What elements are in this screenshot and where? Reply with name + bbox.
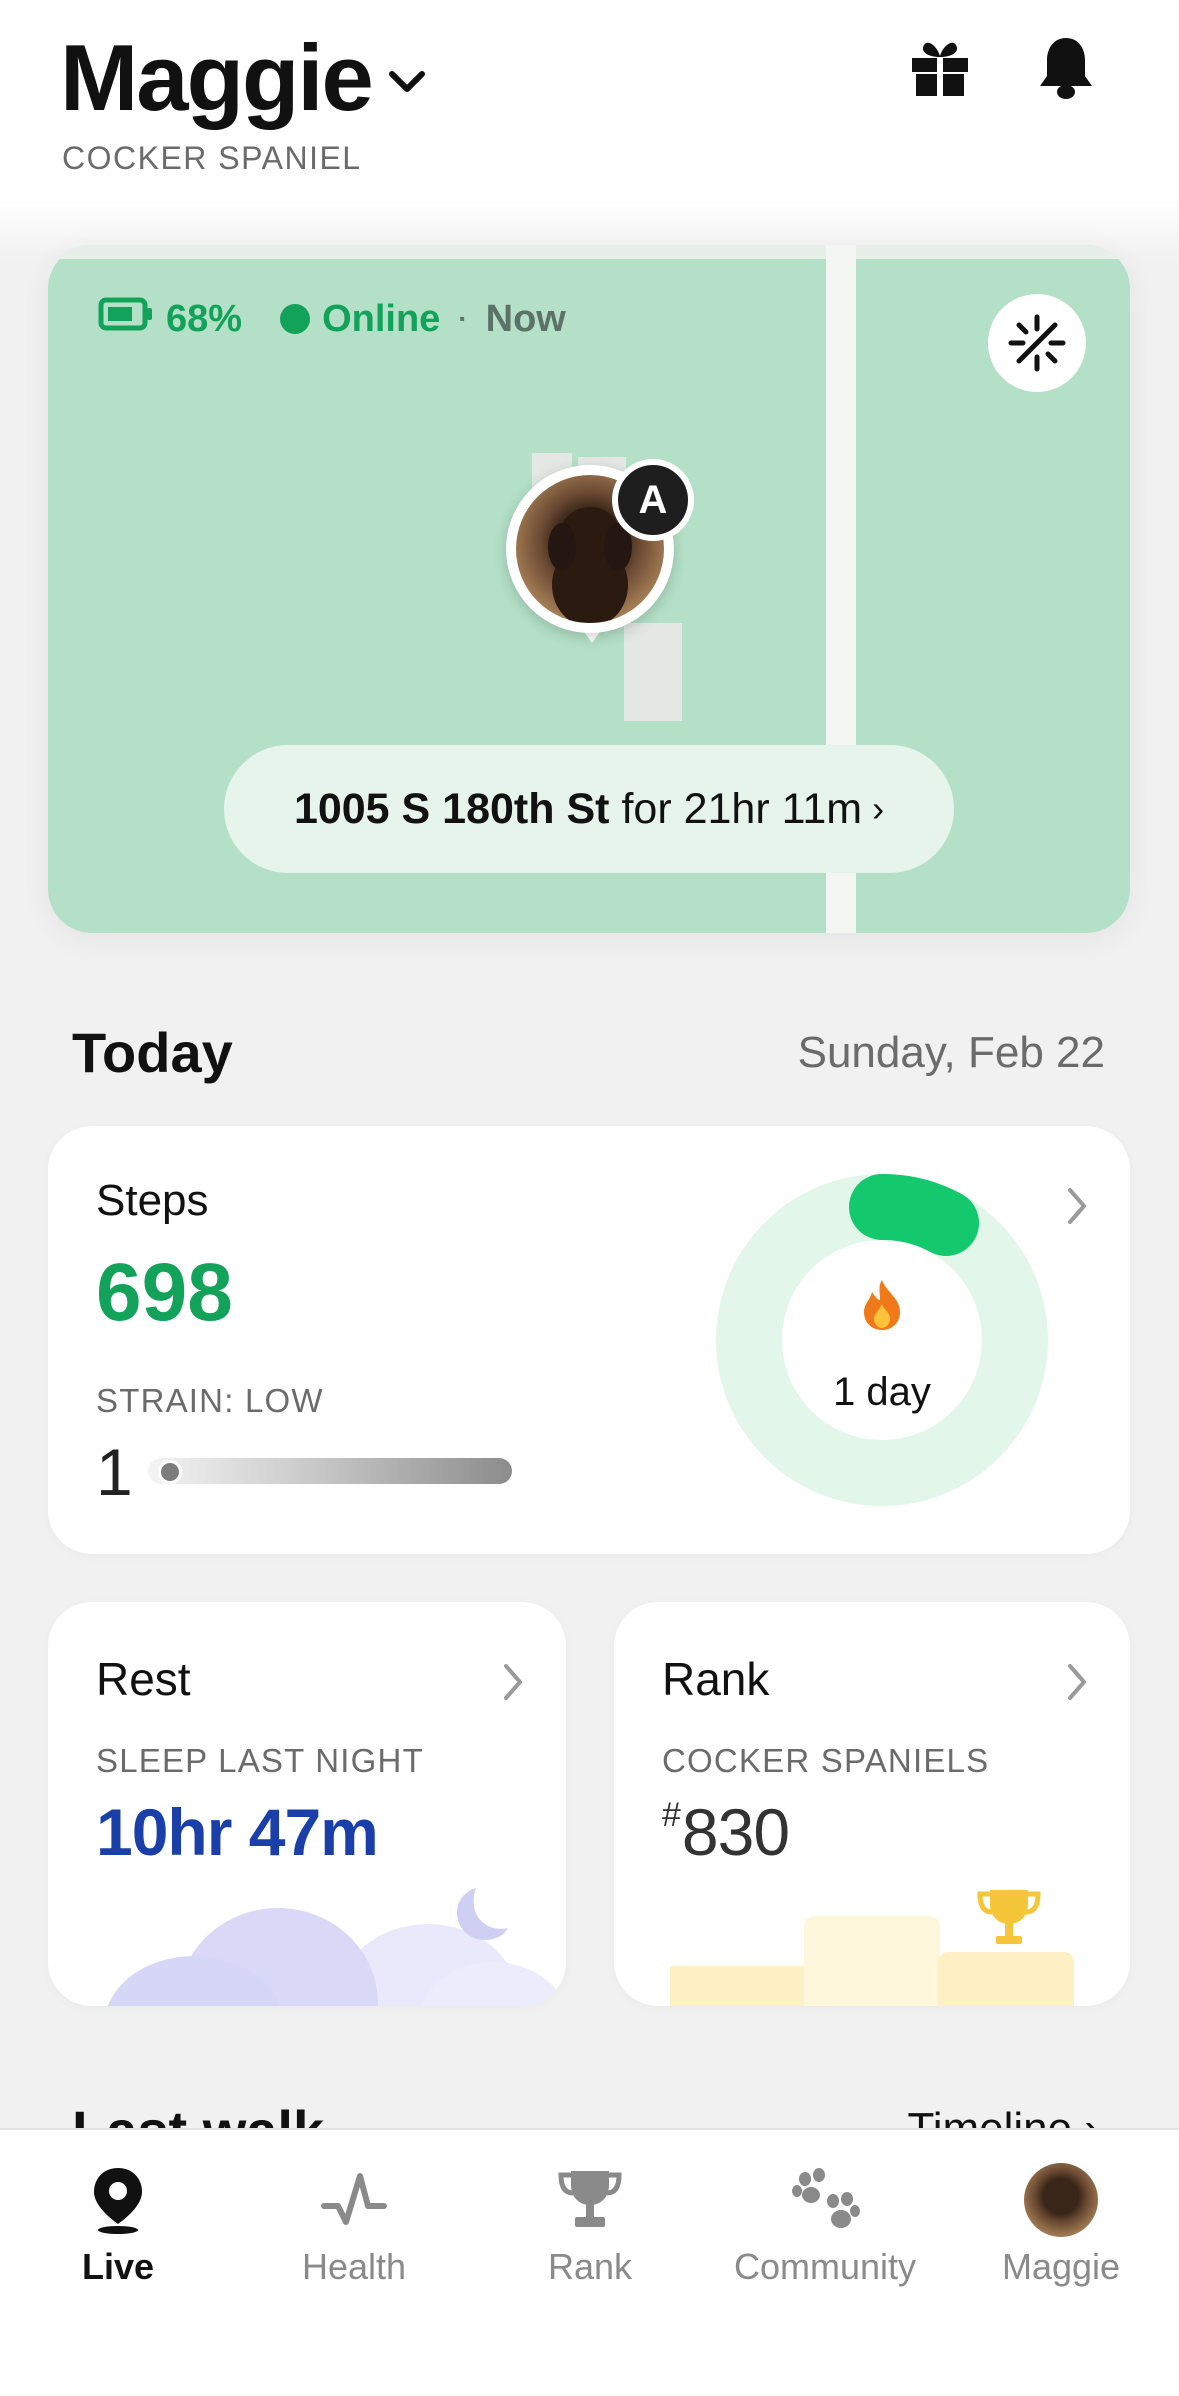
- strain-label: STRAIN: LOW: [96, 1382, 324, 1419]
- bell-icon[interactable]: [1030, 32, 1102, 104]
- tab-rank[interactable]: Rank: [472, 2158, 708, 2308]
- podium-step: [938, 1952, 1074, 2006]
- online-status-dot: [280, 304, 311, 334]
- steps-value: 698: [96, 1247, 233, 1338]
- pin-badge: A: [612, 459, 694, 541]
- tab-live[interactable]: Live: [0, 2158, 236, 2308]
- chevron-right-icon: [500, 1660, 526, 1704]
- separator-dot: ·: [458, 303, 468, 334]
- live-map-card[interactable]: 68% Online · Now A 1005 S 180th St for 2…: [48, 245, 1130, 933]
- chevron-down-icon[interactable]: [388, 69, 426, 100]
- app-header: Maggie COCKER SPANIEL: [0, 0, 1179, 200]
- tab-health[interactable]: Health: [236, 2158, 472, 2308]
- paw-icon: [707, 2158, 943, 2242]
- steps-progress-arc: [849, 1174, 979, 1256]
- pet-name[interactable]: Maggie: [60, 26, 374, 130]
- today-date: Sunday, Feb 22: [797, 1028, 1105, 1077]
- battery-icon: [98, 297, 154, 341]
- section-title-today: Today: [72, 1021, 233, 1084]
- strain-value: 1: [96, 1435, 133, 1509]
- steps-card[interactable]: Steps 698 STRAIN: LOW 1 1 day: [48, 1126, 1130, 1554]
- location-address: 1005 S 180th St: [293, 784, 610, 833]
- streak-days: 1 day: [833, 1370, 931, 1414]
- locate-icon: [1008, 314, 1066, 372]
- sleep-duration: 10hr 47m: [96, 1795, 379, 1869]
- rank-number: 830: [681, 1795, 790, 1869]
- pet-breed: COCKER SPANIEL: [62, 140, 362, 176]
- rest-card[interactable]: Rest SLEEP LAST NIGHT 10hr 47m: [48, 1602, 566, 2006]
- tab-label: Rank: [547, 2246, 633, 2287]
- location-pin-icon: [0, 2158, 236, 2242]
- rank-card[interactable]: Rank COCKER SPANIELS #830: [614, 1602, 1130, 2006]
- strain-bar: [148, 1458, 512, 1484]
- moon-icon: [448, 1884, 512, 1953]
- rank-hash: #: [662, 1796, 681, 1834]
- steps-label: Steps: [96, 1176, 209, 1225]
- tab-community[interactable]: Community: [707, 2158, 943, 2308]
- chevron-right-icon: [1064, 1184, 1090, 1228]
- chevron-right-icon: [1064, 1660, 1090, 1704]
- avatar: [1024, 2163, 1098, 2237]
- trophy-icon: [472, 2158, 708, 2242]
- map-road: [48, 245, 1130, 259]
- tab-label: Health: [301, 2246, 407, 2287]
- rank-subtitle: COCKER SPANIELS: [662, 1742, 990, 1779]
- tab-profile[interactable]: Maggie: [943, 2158, 1179, 2308]
- bottom-tab-bar: Live Health Rank Community Maggie: [0, 2128, 1179, 2396]
- device-status: 68% Online · Now: [98, 297, 566, 341]
- location-duration: for 21hr 11m: [621, 784, 863, 833]
- strain-indicator: [158, 1460, 182, 1484]
- battery-percent: 68%: [166, 297, 243, 340]
- podium-step: [804, 1916, 940, 2006]
- chevron-right-icon: ›: [872, 788, 885, 829]
- recenter-button[interactable]: [988, 294, 1086, 392]
- last-seen: Now: [485, 297, 566, 340]
- steps-goal-ring: [716, 1174, 1048, 1506]
- tab-label: Live: [81, 2246, 155, 2287]
- location-pill[interactable]: 1005 S 180th St for 21hr 11m ›: [224, 745, 954, 873]
- tab-label: Maggie: [1001, 2246, 1121, 2287]
- flame-icon: [860, 1278, 904, 1337]
- pulse-icon: [236, 2158, 472, 2242]
- rank-value: #830: [662, 1794, 790, 1870]
- rest-subtitle: SLEEP LAST NIGHT: [96, 1742, 424, 1779]
- tab-label: Community: [733, 2246, 917, 2287]
- podium-step: [670, 1966, 806, 2006]
- trophy-icon: [974, 1886, 1044, 1957]
- gift-icon[interactable]: [904, 32, 976, 104]
- pet-location-pin[interactable]: A: [506, 459, 694, 665]
- rank-title: Rank: [662, 1653, 770, 1705]
- rest-title: Rest: [96, 1653, 191, 1705]
- online-status: Online: [322, 297, 441, 340]
- pet-selector[interactable]: Maggie: [60, 26, 426, 129]
